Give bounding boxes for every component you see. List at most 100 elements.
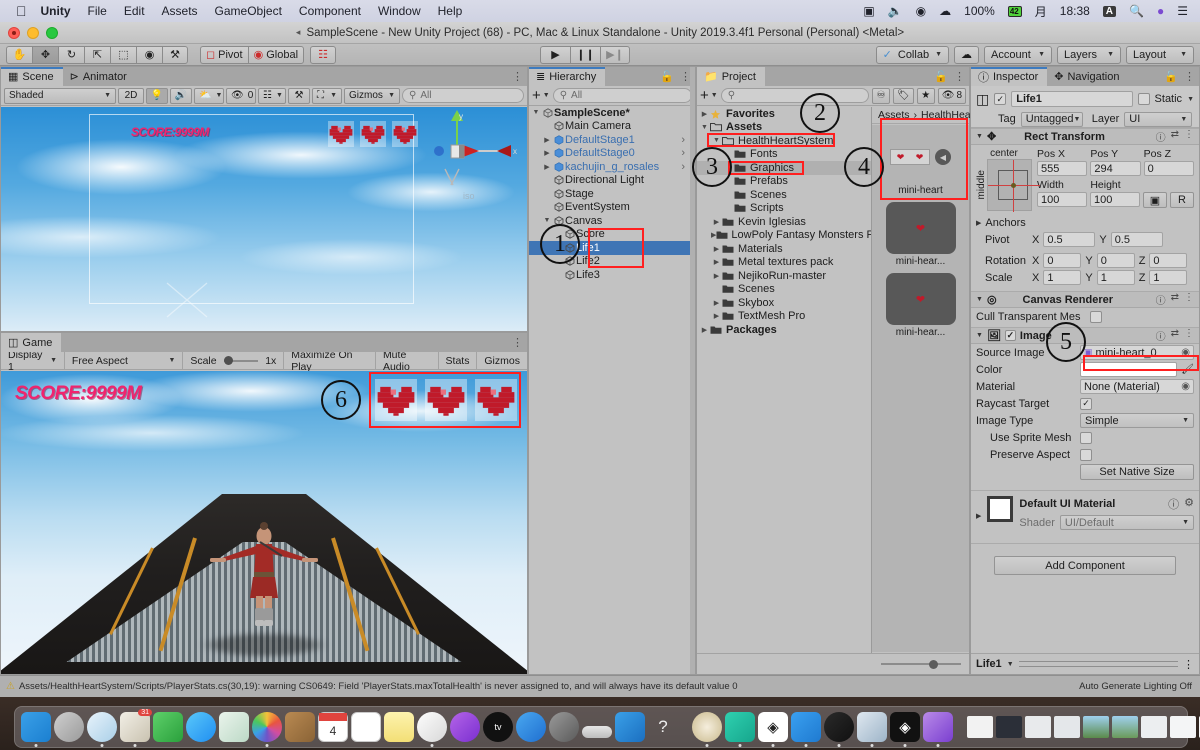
notes-icon[interactable] xyxy=(384,712,414,742)
appletv-icon[interactable]: tv xyxy=(483,712,513,742)
search-icon[interactable]: 🔍 xyxy=(1129,4,1144,18)
messages-icon[interactable] xyxy=(186,712,216,742)
asset-item-mini-heart[interactable]: ❤ ❤ ◀ mini-heart xyxy=(881,131,961,196)
photos-icon[interactable] xyxy=(252,712,282,747)
scene-axis-gizmo[interactable]: y x iso xyxy=(401,109,521,209)
tab-scene[interactable]: ▦ Scene xyxy=(1,67,63,86)
facetime-icon[interactable] xyxy=(153,712,183,742)
maximize-on-play-toggle[interactable]: Maximize On Play xyxy=(284,349,375,373)
hierarchy-item-main-camera[interactable]: Main Camera xyxy=(529,120,695,134)
hierarchy-item-samplescene[interactable]: ▼ SampleScene* xyxy=(529,106,695,120)
object-enabled-checkbox[interactable]: ✓ xyxy=(994,93,1007,105)
image-type-dropdown[interactable]: Simple ▼ xyxy=(1080,413,1194,428)
tag-dropdown[interactable]: Untagged ▼ xyxy=(1020,111,1083,127)
maps-icon[interactable] xyxy=(219,712,249,742)
pos-x-field[interactable]: 555 xyxy=(1037,161,1088,176)
hierarchy-item-defaultstage0[interactable]: ▶ DefaultStage0 › xyxy=(529,147,695,161)
chevron-right-icon[interactable]: ▶ xyxy=(699,326,710,334)
material-field[interactable]: None (Material) ◉ xyxy=(1080,379,1194,394)
chevron-right-icon[interactable]: ▶ xyxy=(542,163,552,171)
sketch-icon[interactable] xyxy=(725,712,755,747)
gizmos-dropdown[interactable]: Gizmos ▼ xyxy=(344,87,400,104)
hierarchy-item-life3[interactable]: Life3 xyxy=(529,268,695,282)
material-swatch[interactable] xyxy=(987,496,1014,522)
menu-help[interactable]: Help xyxy=(438,4,463,18)
project-tree-item-scenes[interactable]: Scenes xyxy=(697,188,871,202)
chevron-down-icon[interactable]: ▼ xyxy=(1007,661,1014,668)
rotation-x-field[interactable]: 0 xyxy=(1043,253,1082,268)
hidden-objects-toggle[interactable]: 👁 0 xyxy=(226,87,256,104)
appstore-icon[interactable] xyxy=(516,712,546,742)
volume-icon[interactable]: 🔈 xyxy=(888,4,903,18)
close-button[interactable] xyxy=(8,27,20,39)
image-enabled-checkbox[interactable]: ✓ xyxy=(1004,330,1016,341)
use-sprite-mesh-checkbox[interactable] xyxy=(1080,431,1092,444)
minimized-window[interactable] xyxy=(1141,716,1167,738)
project-tree-item-scenes[interactable]: Scenes xyxy=(697,283,871,297)
preview-icon[interactable] xyxy=(857,712,887,747)
cloud-button[interactable]: ☁ xyxy=(954,45,979,64)
lock-icon[interactable]: 🔓 xyxy=(660,70,674,83)
chevron-down-icon[interactable]: ▼ xyxy=(976,332,983,339)
menu-unity[interactable]: Unity xyxy=(41,4,71,18)
menu-component[interactable]: Component xyxy=(299,4,361,18)
color-swatch[interactable] xyxy=(1080,362,1178,377)
tab-project[interactable]: 📁 Project xyxy=(697,67,765,86)
raycast-target-checkbox[interactable]: ✓ xyxy=(1080,397,1092,410)
lock-icon[interactable]: 🔓 xyxy=(934,70,948,83)
minimized-window[interactable] xyxy=(1054,716,1080,738)
layers-button[interactable]: Layers ▼ xyxy=(1057,45,1121,64)
minimized-window[interactable] xyxy=(1025,716,1051,738)
zoom-slider-knob[interactable] xyxy=(929,659,938,669)
menu-edit[interactable]: Edit xyxy=(124,4,145,18)
stats-toggle[interactable]: Stats xyxy=(439,352,477,370)
project-tree-item-nejikorun-master[interactable]: ▶ NejikoRun-master xyxy=(697,269,871,283)
object-picker-icon[interactable]: ◉ xyxy=(1181,381,1190,392)
input-source-indicator[interactable]: A xyxy=(1102,5,1117,17)
help-icon[interactable]: ⓘ xyxy=(1156,292,1166,307)
chevron-right-icon[interactable]: ▶ xyxy=(711,299,722,307)
project-tree-item-metal-textures-pack[interactable]: ▶ Metal textures pack xyxy=(697,256,871,270)
display-dropdown[interactable]: Display 1 ▼ xyxy=(1,349,64,373)
cloud-icon[interactable]: ☁ xyxy=(939,4,951,18)
screen-record-icon[interactable]: ▣ xyxy=(863,4,874,18)
scale-knob[interactable] xyxy=(223,356,233,365)
object-picker-icon[interactable]: ◉ xyxy=(1181,347,1190,358)
kebab-icon[interactable]: ⋮ xyxy=(954,70,965,83)
chevron-down-icon[interactable]: ▼ xyxy=(976,133,983,140)
kebab-icon[interactable]: ⋮ xyxy=(1184,292,1194,307)
scale-slider[interactable]: Scale 1x xyxy=(183,352,283,370)
asset-item-mini-heart-1[interactable]: ❤ mini-hear... xyxy=(881,273,961,338)
snap-icon[interactable]: ☷ xyxy=(310,45,337,64)
chevron-down-icon[interactable]: ▼ xyxy=(976,296,983,303)
menu-gameobject[interactable]: GameObject xyxy=(215,4,282,18)
menu-file[interactable]: File xyxy=(88,4,107,18)
component-header-rect-transform[interactable]: ▼ ✥ Rect Transform ⓘ ⇄ ⋮ xyxy=(971,128,1199,145)
project-asset-grid[interactable]: ❤ ❤ ◀ mini-heart ❤ mini-hear... ❤ mini-h… xyxy=(872,125,969,652)
tab-inspector[interactable]: ⓘ Inspector xyxy=(971,67,1048,86)
type-filter-icon[interactable]: ♾ xyxy=(872,87,891,104)
hierarchy-add-button[interactable]: + ▼ xyxy=(532,88,550,103)
gizmos-toggle[interactable]: Gizmos xyxy=(477,352,527,370)
hierarchy-item-eventsystem[interactable]: EventSystem xyxy=(529,201,695,215)
cull-transparent-checkbox[interactable] xyxy=(1090,310,1102,323)
chevron-right-icon[interactable]: ▶ xyxy=(711,258,722,266)
rotate-tool[interactable]: ↻ xyxy=(58,45,84,64)
pos-y-field[interactable]: 294 xyxy=(1090,161,1141,176)
source-image-field[interactable]: ▣ mini-heart_0 ◉ xyxy=(1080,345,1194,360)
hierarchy-item-defaultstage1[interactable]: ▶ DefaultStage1 › xyxy=(529,133,695,147)
kebab-icon[interactable]: ⋮ xyxy=(1184,328,1194,343)
pos-z-field[interactable]: 0 xyxy=(1143,161,1194,176)
project-add-button[interactable]: + ▼ xyxy=(700,88,718,103)
project-tree-item-skybox[interactable]: ▶ Skybox xyxy=(697,296,871,310)
move-tool[interactable]: ✥ xyxy=(32,45,58,64)
chevron-right-icon[interactable]: ▶ xyxy=(711,312,722,320)
breadcrumb-assets[interactable]: Assets xyxy=(878,109,910,121)
minimized-window[interactable] xyxy=(967,716,993,738)
scene-viewport[interactable]: SCORE:9999M y x iso xyxy=(1,107,527,331)
aspect-dropdown[interactable]: Free Aspect ▼ xyxy=(65,352,182,370)
kebab-icon[interactable]: ⋮ xyxy=(1184,129,1194,144)
kebab-icon[interactable]: ⋮ xyxy=(1183,658,1194,671)
chevron-down-icon[interactable]: ▼ xyxy=(699,124,710,131)
chevron-right-icon[interactable]: ▶ xyxy=(976,512,981,520)
